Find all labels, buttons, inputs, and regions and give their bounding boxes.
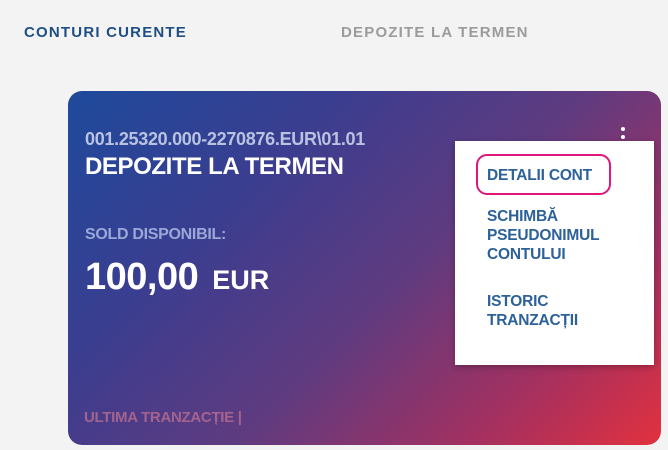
account-tabs: CONTURI CURENTE DEPOZITE LA TERMEN [0,24,668,48]
balance-label: SOLD DISPONIBIL: [85,226,226,243]
page: CONTURI CURENTE DEPOZITE LA TERMEN 001.2… [0,0,668,450]
tab-depozite-la-termen[interactable]: DEPOZITE LA TERMEN [341,24,529,41]
kebab-dot [621,127,625,131]
last-transaction: ULTIMA TRANZACȚIE | [84,409,242,426]
balance-value: 100,00 [85,256,199,298]
balance-currency: EUR [212,265,270,295]
account-number: 001.25320.000-2270876.EUR\01.01 [85,129,365,149]
menu-item-detalii-cont[interactable]: DETALII CONT [487,166,592,185]
balance: 100,00 EUR [85,256,269,299]
account-name: DEPOZITE LA TERMEN [85,153,344,180]
menu-item-istoric-tranzactii[interactable]: ISTORIC TRANZACȚII [487,292,578,330]
kebab-dot [621,135,625,139]
account-context-menu: DETALII CONT SCHIMBĂ PSEUDONIMUL CONTULU… [455,141,654,365]
menu-item-schimba-pseudonimul[interactable]: SCHIMBĂ PSEUDONIMUL CONTULUI [487,207,600,264]
tab-conturi-curente[interactable]: CONTURI CURENTE [24,24,187,41]
